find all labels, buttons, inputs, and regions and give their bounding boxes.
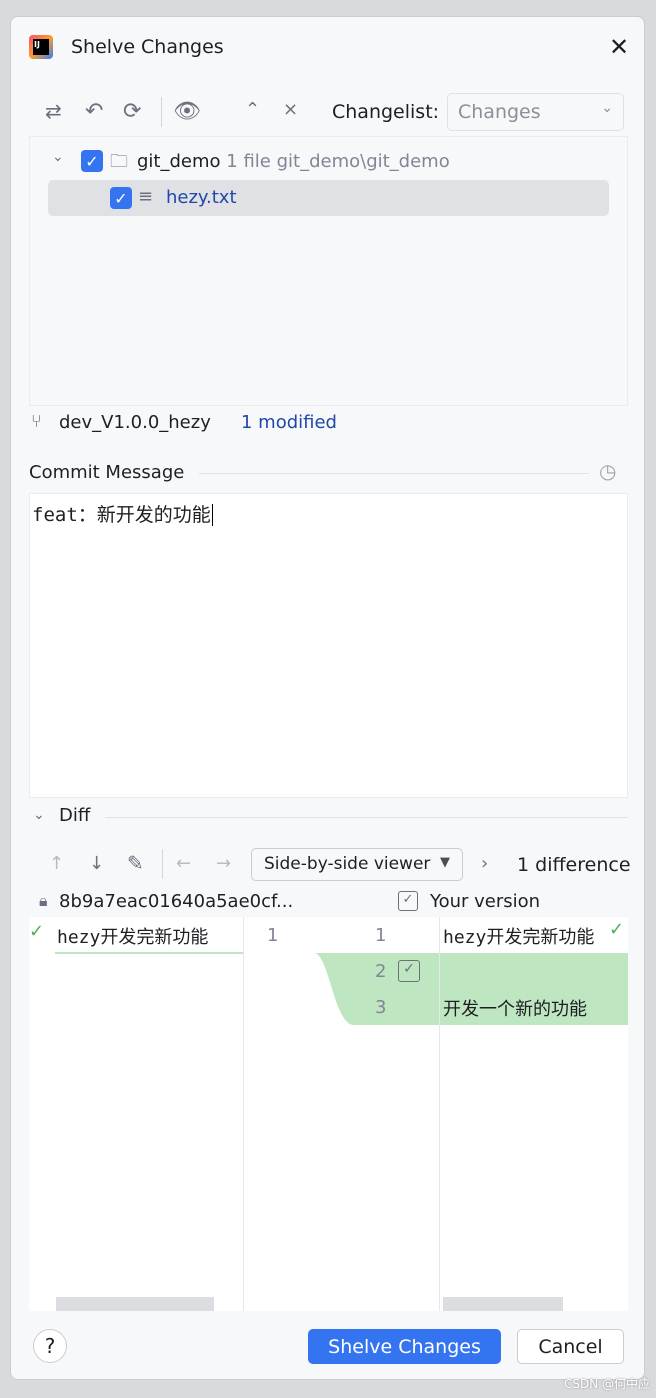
toolbar-divider (161, 97, 162, 127)
left-scrollbar[interactable] (56, 1297, 214, 1311)
modified-link[interactable]: 1 modified (241, 412, 337, 433)
dialog-title: Shelve Changes (71, 36, 224, 58)
viewer-dropdown[interactable]: Side-by-side viewer ▼ (251, 848, 463, 881)
right-line-number: 3 (375, 997, 387, 1018)
commit-message-input[interactable]: feat：新开发的功能 (29, 493, 628, 798)
check-icon: ✓ (609, 919, 625, 940)
root-count: 1 file (226, 151, 271, 172)
group-by-icon[interactable]: ⇄ (45, 99, 62, 123)
arrow-left-icon[interactable]: ← (176, 853, 191, 874)
left-revision: 8b9a7eac01640a5ae0cf... (59, 891, 294, 912)
left-change-marker (55, 952, 243, 954)
difference-count: 1 difference (517, 854, 631, 876)
branch-name: dev_V1.0.0_hezy (59, 412, 211, 433)
history-icon[interactable]: ◷ (599, 459, 616, 483)
separator (105, 817, 628, 818)
triangle-down-icon: ▼ (440, 855, 450, 870)
watermark: CSDN @何中应 (563, 1377, 650, 1391)
chevron-right-icon[interactable]: › (481, 853, 488, 874)
root-checkbox[interactable]: ✓ (81, 150, 103, 172)
changelist-value: Changes (458, 101, 541, 123)
arrow-right-icon[interactable]: → (216, 853, 231, 874)
changes-tree: ⌄ ✓ 🗀 git_demo 1 file git_demo\git_demo … (29, 136, 628, 406)
right-line-number: 2 (375, 961, 387, 982)
commit-message-label: Commit Message (29, 462, 185, 483)
tree-root: git_demo 1 file git_demo\git_demo (137, 151, 450, 172)
commit-text: feat：新开发的功能 (32, 504, 211, 526)
rollback-icon[interactable]: ↶ (85, 99, 103, 124)
cancel-button[interactable]: Cancel (517, 1329, 624, 1364)
eye-icon[interactable]: 👁 (173, 99, 201, 124)
lock-icon: 🔒︎ (39, 891, 48, 910)
arrow-up-icon[interactable]: ↑ (49, 853, 64, 874)
right-line: hezy开发完新功能 (443, 927, 595, 948)
arrow-down-icon[interactable]: ↓ (89, 853, 104, 874)
file-name: hezy.txt (166, 187, 237, 208)
your-version-checkbox[interactable]: ✓ (398, 891, 418, 911)
root-path: git_demo\git_demo (276, 151, 450, 172)
refresh-icon[interactable]: ⟳ (123, 99, 141, 124)
file-row[interactable]: ✓ ≡ hezy.txt (48, 180, 609, 216)
left-line: hezy开发完新功能 (57, 927, 209, 948)
changelist-label: Changelist: (332, 101, 440, 123)
right-line: 开发一个新的功能 (443, 999, 587, 1020)
shelve-dialog: IJ Shelve Changes ✕ ⇄ ↶ ⟳ 👁 ⌃ ⨯ Changeli… (10, 16, 645, 1380)
chevron-down-icon: ⌄ (601, 100, 613, 116)
chevron-down-icon[interactable]: ⌄ (33, 807, 45, 823)
help-button[interactable]: ? (33, 1329, 67, 1363)
collapse-all-icon[interactable]: ⨯ (283, 99, 298, 120)
separator (199, 473, 589, 474)
root-name: git_demo (137, 151, 221, 172)
toolbar-divider (162, 849, 163, 879)
diff-view: ✓ hezy开发完新功能 1 1 2 ✓ 3 hezy开发完新功能 开发一个新的… (29, 917, 628, 1311)
intellij-logo-icon: IJ (29, 35, 53, 59)
diff-label: Diff (59, 805, 91, 826)
branch-icon: ⑂ (31, 411, 42, 432)
viewer-value: Side-by-side viewer (264, 854, 431, 874)
shelve-changes-button[interactable]: Shelve Changes (308, 1329, 501, 1364)
changelist-dropdown[interactable]: Changes ⌄ (447, 93, 624, 131)
expand-all-icon[interactable]: ⌃ (245, 99, 260, 120)
file-checkbox[interactable]: ✓ (110, 187, 132, 209)
right-label: Your version (430, 891, 541, 912)
edit-icon[interactable]: ✎ (127, 851, 144, 875)
right-scrollbar[interactable] (443, 1297, 563, 1311)
folder-icon: 🗀 (110, 151, 128, 172)
text-file-icon: ≡ (138, 186, 154, 207)
close-icon[interactable]: ✕ (609, 33, 629, 61)
left-line-number: 1 (267, 925, 279, 946)
apply-checkbox[interactable]: ✓ (398, 960, 420, 982)
right-line-number: 1 (375, 925, 387, 946)
check-icon: ✓ (29, 921, 45, 942)
chevron-down-icon[interactable]: ⌄ (52, 149, 64, 165)
